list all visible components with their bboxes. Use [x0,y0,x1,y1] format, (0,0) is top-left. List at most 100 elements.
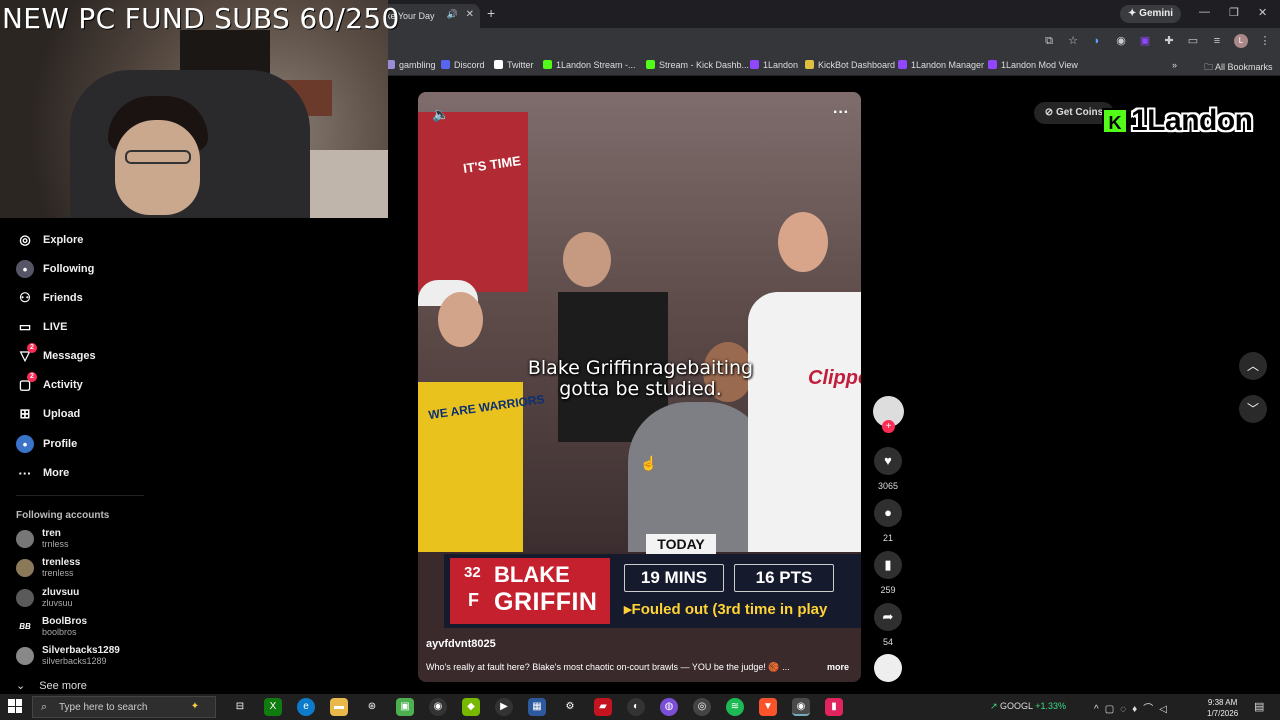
avatar: BB [16,618,34,636]
jersey-text: Clippers [808,367,861,389]
chrome-icon[interactable]: ◉ [792,698,810,716]
profile-avatar-icon[interactable]: L [1234,34,1248,48]
store-icon[interactable]: ▣ [396,698,414,716]
spotify-icon[interactable]: ≋ [726,698,744,716]
volume-icon[interactable]: 🔈 [432,106,449,123]
volume-icon[interactable]: ◁ [1159,704,1173,715]
bookmarks-overflow-icon[interactable]: » [1172,60,1177,70]
followed-account[interactable]: tren trnless [16,527,69,551]
sidebar-item-activity[interactable]: ▢ 2 Activity [16,372,83,395]
previous-video-button[interactable]: ︿ [1239,352,1267,380]
nvidia-icon[interactable]: ◆ [462,698,480,716]
close-tab-icon[interactable]: ✕ [466,9,474,20]
more-link[interactable]: more [827,662,849,672]
taskbar-clock[interactable]: 9:38 AM 1/7/2026 [1207,697,1238,719]
stock-ticker[interactable]: ↗ GOOGL +1.33% [990,701,1066,712]
sidebar-item-label: Friends [43,292,83,304]
share-button[interactable]: ➦ [874,603,902,631]
music-disc[interactable] [874,654,902,682]
bookmark-item[interactable]: Discord [441,60,485,70]
sidebar-item-label: LIVE [43,321,68,333]
steam-icon[interactable]: ⊛ [363,698,381,716]
divider [16,495,144,496]
sidebar-item-upload[interactable]: ⊞ Upload [16,404,81,424]
friends-icon: ⚇ [19,290,31,305]
hand-cursor-icon: ☝ [640,455,658,471]
followed-account[interactable]: zluvsuu zluvsuu [16,586,79,610]
windows-start-icon[interactable] [8,699,22,713]
twitch-icon [898,60,907,69]
followed-account[interactable]: Silverbacks1289 silverbacks1289 [16,644,120,668]
sidebar-item-messages[interactable]: ▽ 2 Messages [16,343,96,366]
save-button[interactable]: ▮ [874,551,902,579]
close-window-icon[interactable]: ✕ [1258,6,1267,19]
chevron-up-icon[interactable]: ^ [1094,704,1105,715]
restore-icon[interactable]: ❐ [1229,6,1239,19]
file-explorer-icon[interactable]: ▬ [330,698,348,716]
bookmark-item[interactable]: 1Landon Stream -... [543,60,636,70]
sidebar-item-more[interactable]: ··· More [16,463,70,483]
comment-button[interactable]: ● [874,499,902,527]
calculator-icon[interactable]: ▦ [528,698,546,716]
bookmark-item[interactable]: 1Landon [750,60,798,70]
sidebar-item-friends[interactable]: ⚇ Friends [16,288,83,308]
notifications-icon[interactable]: ▤ [1254,700,1264,713]
more-options-icon[interactable]: ··· [833,104,849,122]
bookmark-item[interactable]: 1Landon Manager [898,60,984,70]
minimize-icon[interactable]: — [1199,6,1210,18]
browser-icon[interactable]: ◐ [627,698,645,716]
app-icon[interactable]: ◉ [429,698,447,716]
see-more-button[interactable]: ⌄ See more [16,679,101,692]
twitch-extension-icon[interactable]: ▣ [1138,34,1152,48]
extension-icon[interactable]: ◉ [1114,34,1128,48]
like-button[interactable]: ♥ [874,447,902,475]
bookmark-item[interactable]: Stream - Kick Dashb... [646,60,749,70]
task-view-icon[interactable]: ⊟ [231,698,249,716]
edge-icon[interactable]: e [297,698,315,716]
tray-icon[interactable]: ▢ [1105,704,1120,715]
bookmark-item[interactable]: 1Landon Mod View [988,60,1078,70]
new-tab-button[interactable]: + [487,5,495,21]
brave-icon[interactable]: ▼ [759,698,777,716]
messages-icon: ▽ 2 [16,343,37,365]
gemini-button[interactable]: ✦ Gemini [1120,5,1182,23]
split-view-icon[interactable]: ▭ [1186,34,1200,48]
network-icon[interactable]: ◌ [1120,704,1132,715]
recording-app-icon[interactable]: ▰ [594,698,612,716]
bookmark-star-icon[interactable]: ☆ [1066,34,1080,48]
microphone-icon[interactable]: ♦ [1132,704,1143,715]
bookmark-item[interactable]: Twitter [494,60,534,70]
obs-studio-icon[interactable]: ◎ [693,698,711,716]
profile-icon: • [16,435,34,453]
copilot-sparkle-icon[interactable]: ✦ [186,698,204,716]
all-bookmarks[interactable]: 🗀 All Bookmarks [1204,60,1273,76]
bookmark-item[interactable]: KickBot Dashboard [805,60,895,70]
live-icon: ▭ [18,319,32,334]
obs-icon[interactable]: ◍ [660,698,678,716]
followed-account[interactable]: trenless trenless [16,556,80,580]
search-icon: ⌕ [41,701,48,713]
sidebar-item-following[interactable]: • Following [16,259,94,279]
sub-goal-text: NEW PC FUND SUBS 60/250 [2,2,400,35]
video-player[interactable]: IT'S TIME WE ARE WARRIORS Clippers 🔈 ···… [418,92,861,682]
sidebar-item-explore[interactable]: ◎ Explore [16,230,83,250]
install-app-icon[interactable]: ⧉ [1042,34,1056,48]
video-author[interactable]: ayvfdvnt8025 [426,638,496,650]
xbox-icon[interactable]: X [264,698,282,716]
menu-kebab-icon[interactable]: ⋮ [1258,34,1272,48]
puzzle-icon[interactable]: ✚ [1162,34,1176,48]
extension-icon[interactable]: ◗ [1090,34,1104,48]
media-player-icon[interactable]: ▶ [495,698,513,716]
wifi-icon[interactable]: ⌒ [1143,704,1159,715]
sidebar-item-live[interactable]: ▭ LIVE [16,317,68,337]
sidebar-item-profile[interactable]: • Profile [16,434,77,454]
settings-gear-icon[interactable]: ⚙ [561,698,579,716]
follow-plus-icon[interactable]: + [882,420,895,433]
bookmark-item[interactable]: gambling [386,60,436,70]
followed-account[interactable]: BB BoolBros boolbros [16,615,87,639]
media-controls-icon[interactable]: ≡ [1210,34,1224,48]
app-icon[interactable]: ▮ [825,698,843,716]
next-video-button[interactable]: ﹀ [1239,395,1267,423]
system-tray[interactable]: ^▢◌♦⌒◁ [1094,700,1173,715]
speaker-icon[interactable]: 🔊 [447,9,458,20]
